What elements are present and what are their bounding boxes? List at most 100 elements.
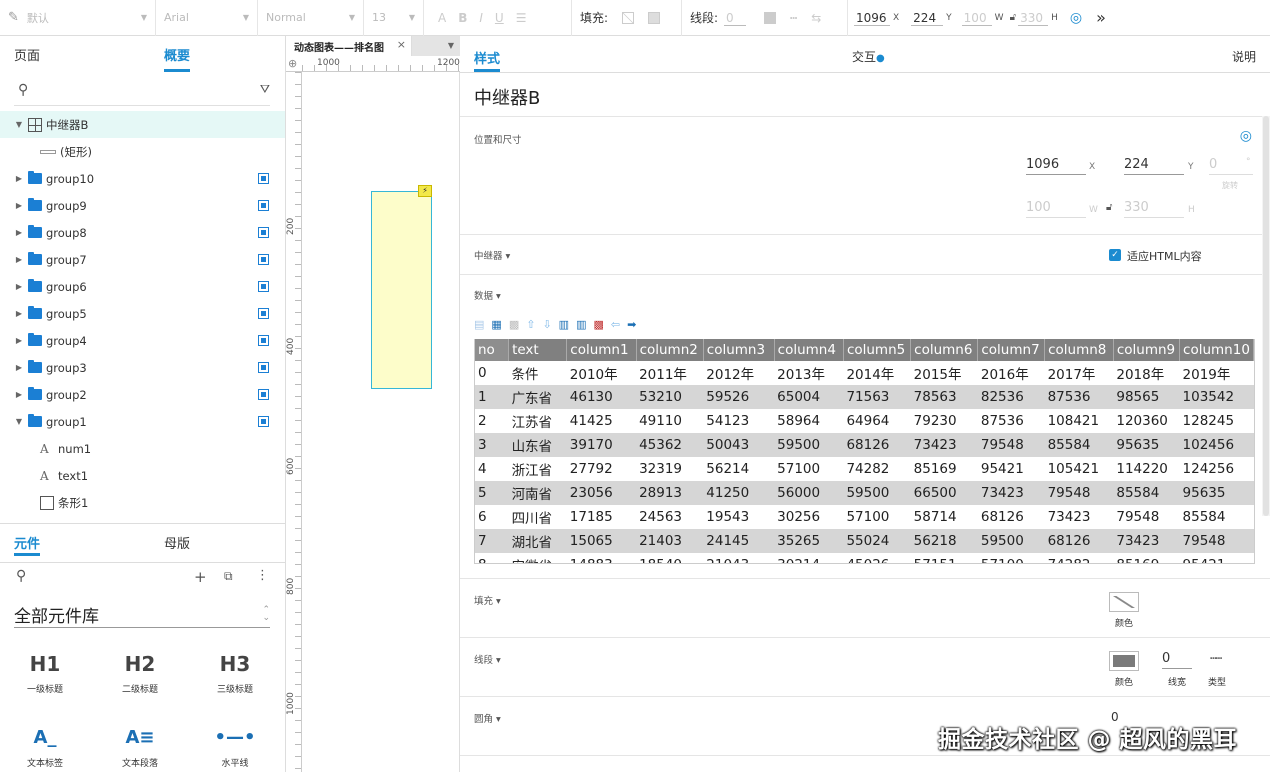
table-row[interactable]: 5 河南省 23056 28913 41250 56000 59500 66500 73423 7… bbox=[475, 481, 1254, 505]
tree-item[interactable]: ▶ group10 bbox=[0, 165, 285, 192]
table-cell[interactable]: 85584 bbox=[1044, 433, 1114, 457]
table-header-cell[interactable]: column7 bbox=[977, 339, 1046, 361]
table-cell[interactable]: 14883 bbox=[567, 553, 636, 563]
table-header-cell[interactable]: column6 bbox=[910, 339, 979, 361]
tab-style[interactable]: 样式 bbox=[474, 48, 501, 72]
visibility-toggle-icon[interactable] bbox=[258, 362, 269, 373]
table-cell[interactable]: 24145 bbox=[703, 529, 775, 553]
stroke-color-icon[interactable] bbox=[764, 11, 777, 24]
caret-icon[interactable]: ▶ bbox=[14, 336, 24, 345]
visibility-toggle-icon[interactable] bbox=[258, 200, 269, 211]
outline-search[interactable]: ⚲ ⛛ bbox=[14, 80, 270, 106]
scrollbar-thumb[interactable] bbox=[1263, 116, 1269, 516]
caret-icon[interactable]: ▶ bbox=[14, 228, 24, 237]
table-cell[interactable]: 41250 bbox=[703, 481, 775, 505]
table-cell[interactable]: 59500 bbox=[774, 433, 844, 457]
table-cell[interactable]: 73423 bbox=[1113, 529, 1180, 553]
table-cell[interactable]: 56000 bbox=[774, 481, 844, 505]
table-cell[interactable]: 41425 bbox=[567, 409, 636, 433]
tab-notes[interactable]: 说明 bbox=[1232, 48, 1256, 65]
table-cell[interactable]: 21043 bbox=[703, 553, 774, 563]
table-header-cell[interactable]: column10 bbox=[1179, 339, 1254, 361]
table-cell[interactable]: 85169 bbox=[1113, 553, 1179, 563]
table-cell[interactable]: 108421 bbox=[1045, 409, 1114, 433]
tree-item[interactable]: ▶ group3 bbox=[0, 354, 285, 381]
table-cell[interactable]: 2017年 bbox=[1045, 361, 1114, 385]
chevron-down-icon[interactable]: ▼ bbox=[448, 41, 454, 50]
tab-interaction[interactable]: 交互● bbox=[852, 48, 885, 65]
table-cell[interactable]: 24563 bbox=[636, 505, 703, 529]
table-cell[interactable]: 23056 bbox=[566, 481, 637, 505]
table-cell[interactable]: 3 bbox=[475, 433, 509, 457]
table-row[interactable]: 8安徽省148831854021043302144502657151571007… bbox=[475, 553, 1254, 563]
tree-item[interactable]: ▶ group9 bbox=[0, 192, 285, 219]
table-cell[interactable]: 2014年 bbox=[843, 361, 910, 385]
insert-column-left-icon[interactable]: ▥ bbox=[559, 318, 569, 331]
table-cell[interactable]: 78563 bbox=[910, 385, 978, 409]
tree-item[interactable]: ▶ group7 bbox=[0, 246, 285, 273]
caret-icon[interactable]: ▼ bbox=[14, 417, 24, 426]
visibility-icon[interactable]: ◎ bbox=[1240, 128, 1252, 144]
add-row-icon[interactable]: ▦ bbox=[491, 318, 501, 331]
widget-name[interactable]: 中继器B bbox=[474, 84, 540, 110]
table-cell[interactable]: 7 bbox=[475, 529, 509, 553]
list-icon[interactable]: ☰ bbox=[516, 11, 527, 25]
table-cell[interactable]: 120360 bbox=[1113, 409, 1179, 433]
stroke-color-swatch[interactable] bbox=[1109, 651, 1139, 671]
table-cell[interactable]: 2 bbox=[475, 409, 509, 433]
table-cell[interactable]: 105421 bbox=[1045, 457, 1114, 481]
table-cell[interactable]: 82536 bbox=[977, 385, 1045, 409]
table-cell[interactable]: 128245 bbox=[1180, 409, 1254, 433]
tree-item[interactable]: ▶ group5 bbox=[0, 300, 285, 327]
table-cell[interactable]: 2010年 bbox=[567, 361, 636, 385]
more-icon[interactable]: » bbox=[1096, 8, 1106, 27]
lock-icon[interactable]: 🔓︎ bbox=[1106, 202, 1112, 213]
tab-outline[interactable]: 概要 bbox=[164, 45, 191, 72]
data-table[interactable]: no text column1 column2 column3 column4 column… bbox=[474, 339, 1255, 564]
table-cell[interactable]: 湖北省 bbox=[508, 529, 567, 553]
table-cell[interactable]: 条件 bbox=[509, 361, 567, 385]
library-search[interactable]: ⚲ + ⧉ ⋮ bbox=[14, 568, 270, 590]
table-cell[interactable]: 102456 bbox=[1179, 433, 1254, 457]
tree-item[interactable]: ▶ group6 bbox=[0, 273, 285, 300]
table-cell[interactable]: 2012年 bbox=[703, 361, 774, 385]
table-row[interactable]: 4 浙江省 27792 32319 56214 57100 74282 85169 95421 1… bbox=[475, 457, 1254, 481]
visibility-toggle-icon[interactable] bbox=[258, 173, 269, 184]
scrollbar[interactable] bbox=[1262, 116, 1270, 516]
table-cell[interactable]: 95421 bbox=[978, 457, 1045, 481]
library-widget[interactable]: H3 三级标题 bbox=[200, 650, 270, 695]
move-right-icon[interactable]: ➡ bbox=[627, 318, 636, 331]
table-cell[interactable]: 45362 bbox=[636, 433, 704, 457]
tree-item[interactable]: Anum1 bbox=[0, 435, 285, 462]
library-select[interactable]: 全部元件库 ⌃ ⌄ bbox=[14, 602, 270, 628]
table-cell[interactable]: 2019年 bbox=[1180, 361, 1254, 385]
more-vert-icon[interactable]: ⋮ bbox=[256, 568, 269, 583]
toolbar-x-input[interactable]: 1096 bbox=[854, 10, 890, 26]
table-row[interactable]: 7 湖北省 15065 21403 24145 35265 55024 56218 59500 6… bbox=[475, 529, 1254, 553]
table-cell[interactable]: 66500 bbox=[910, 481, 978, 505]
move-left-icon[interactable]: ⇦ bbox=[611, 318, 620, 331]
width-input[interactable]: 100 bbox=[1026, 200, 1086, 218]
table-cell[interactable]: 5 bbox=[475, 481, 509, 505]
table-cell[interactable]: 95635 bbox=[1179, 481, 1254, 505]
table-row[interactable]: 1 广东省 46130 53210 59526 65004 71563 78563 82536 8… bbox=[475, 385, 1254, 409]
table-cell[interactable]: 74282 bbox=[1045, 553, 1114, 563]
tree-item[interactable]: ▶ group2 bbox=[0, 381, 285, 408]
insert-row-icon[interactable]: ▤ bbox=[474, 318, 484, 331]
table-cell[interactable]: 57151 bbox=[911, 553, 978, 563]
table-cell[interactable]: 114220 bbox=[1113, 457, 1179, 481]
table-cell[interactable]: 2018年 bbox=[1113, 361, 1179, 385]
fill-color-icon[interactable] bbox=[622, 11, 635, 24]
table-cell[interactable]: 46130 bbox=[566, 385, 637, 409]
table-cell[interactable]: 56218 bbox=[910, 529, 978, 553]
caret-icon[interactable]: ▶ bbox=[14, 282, 24, 291]
table-cell[interactable]: 56214 bbox=[703, 457, 774, 481]
tree-item[interactable]: (矩形) bbox=[0, 138, 285, 165]
x-input[interactable]: 1096 bbox=[1026, 157, 1086, 175]
table-header-cell[interactable]: column5 bbox=[843, 339, 912, 361]
italic-icon[interactable]: I bbox=[479, 11, 483, 25]
table-cell[interactable]: 27792 bbox=[567, 457, 636, 481]
visibility-toggle-icon[interactable] bbox=[258, 281, 269, 292]
table-cell[interactable]: 57100 bbox=[978, 553, 1045, 563]
caret-icon[interactable]: ▼ bbox=[14, 120, 24, 129]
